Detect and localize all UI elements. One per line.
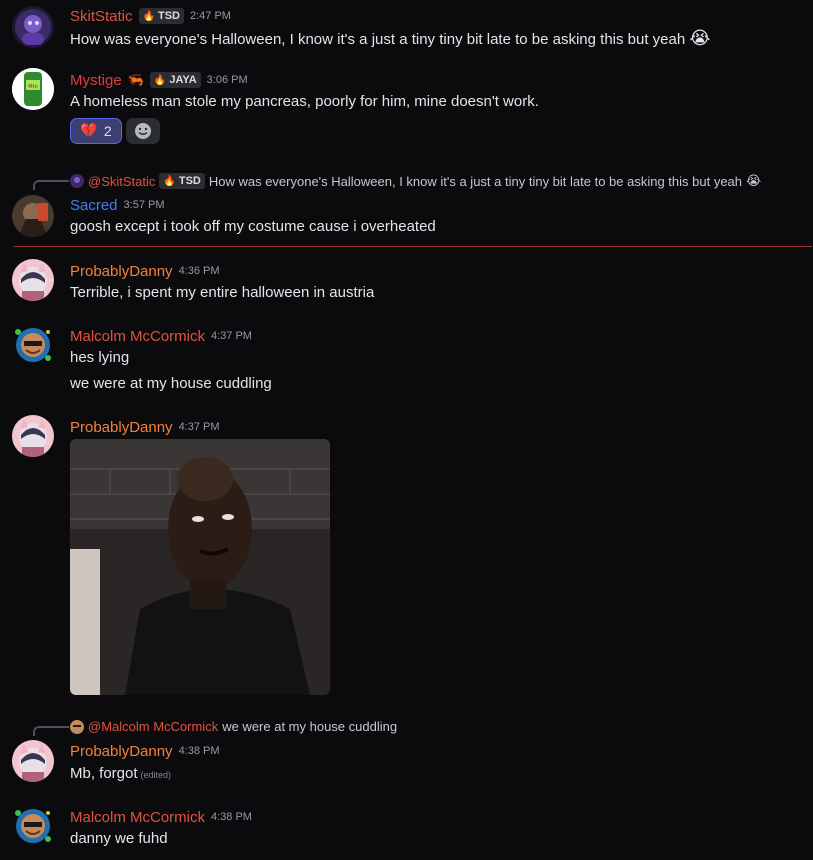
message-text: danny we fuhd: [70, 830, 168, 847]
flame-icon: 🔥: [142, 10, 155, 22]
image-attachment[interactable]: [70, 439, 330, 695]
timestamp: 3:06 PM: [206, 74, 248, 86]
avatar[interactable]: Mtn: [12, 68, 54, 110]
avatar[interactable]: [12, 324, 54, 366]
reply-avatar: [70, 174, 84, 188]
timestamp: 2:47 PM: [189, 10, 231, 22]
broken-heart-emoji: 💔: [80, 123, 98, 139]
author-name[interactable]: Malcolm McCormick: [70, 809, 205, 826]
tag-label: TSD: [157, 10, 180, 22]
reply-mention[interactable]: @SkitStatic: [88, 174, 155, 189]
new-messages-divider: [14, 246, 812, 247]
reply-avatar: [70, 719, 84, 734]
shrimp-emoji: 🦐: [127, 72, 144, 88]
message-text: Mb, forgot (edited): [70, 765, 171, 782]
loudly-crying-emoji: 😭: [746, 173, 762, 189]
chat-log: SkitStatic 🔥 TSD 2:47 PM How was everyone…: [0, 0, 813, 860]
avatar[interactable]: [12, 415, 54, 457]
message-text: hes lying: [70, 349, 130, 366]
timestamp: 4:37 PM: [211, 330, 252, 342]
tag-label: TSD: [178, 175, 201, 187]
avatar[interactable]: [12, 259, 54, 301]
avatar[interactable]: [12, 195, 54, 237]
avatar[interactable]: [12, 6, 54, 48]
reply-connector: [33, 180, 69, 190]
author-name[interactable]: ProbablyDanny: [70, 263, 173, 280]
edited-marker: (edited): [140, 770, 172, 780]
author-name[interactable]: SkitStatic: [70, 8, 133, 25]
reaction-broken-heart[interactable]: 💔 2: [70, 118, 122, 144]
author-name[interactable]: Malcolm McCormick: [70, 328, 205, 345]
smiley-add-icon: [135, 123, 151, 139]
author-name[interactable]: ProbablyDanny: [70, 743, 173, 760]
timestamp: 4:38 PM: [178, 745, 220, 757]
guild-tag[interactable]: 🔥 TSD: [138, 8, 184, 24]
message-text: goosh except i took off my costume cause…: [70, 218, 436, 235]
author-name[interactable]: Mystige: [70, 72, 122, 89]
flame-icon: 🔥: [163, 175, 176, 187]
tag-label: JAYA: [169, 74, 197, 86]
timestamp: 4:36 PM: [178, 265, 220, 277]
add-reaction-button[interactable]: [126, 118, 160, 144]
reply-text: How was everyone's Halloween, I know it'…: [208, 173, 743, 189]
reply-connector: [33, 726, 69, 736]
timestamp: 4:37 PM: [178, 421, 220, 433]
reply-text: we were at my house cuddling: [222, 719, 398, 734]
reply-preview[interactable]: @SkitStatic 🔥 TSD How was everyone's Hall…: [70, 173, 761, 189]
message-text: Terrible, i spent my entire halloween in…: [70, 284, 375, 301]
message-text: A homeless man stole my pancreas, poorly…: [70, 93, 539, 110]
message-text: How was everyone's Halloween, I know it'…: [70, 28, 710, 49]
message-text: we were at my house cuddling: [70, 375, 272, 392]
reactions-bar: 💔 2: [70, 118, 160, 144]
author-name[interactable]: ProbablyDanny: [70, 419, 173, 436]
guild-tag: 🔥 TSD: [159, 173, 205, 189]
reaction-count: 2: [103, 123, 112, 139]
author-name[interactable]: Sacred: [70, 197, 118, 214]
guild-tag[interactable]: 🔥 JAYA: [149, 72, 201, 88]
reply-mention[interactable]: @Malcolm McCormick: [88, 719, 218, 734]
message-body: Mb, forgot: [70, 765, 138, 782]
svg-text:Mtn: Mtn: [28, 84, 37, 90]
reply-preview[interactable]: @Malcolm McCormick we were at my house c…: [70, 719, 397, 734]
loudly-crying-emoji: 😭: [689, 28, 711, 49]
avatar[interactable]: [12, 805, 54, 847]
timestamp: 3:57 PM: [123, 199, 165, 211]
timestamp: 4:38 PM: [211, 811, 252, 823]
flame-icon: 🔥: [153, 74, 167, 86]
avatar[interactable]: [12, 740, 54, 782]
message-body: How was everyone's Halloween, I know it'…: [70, 31, 686, 48]
